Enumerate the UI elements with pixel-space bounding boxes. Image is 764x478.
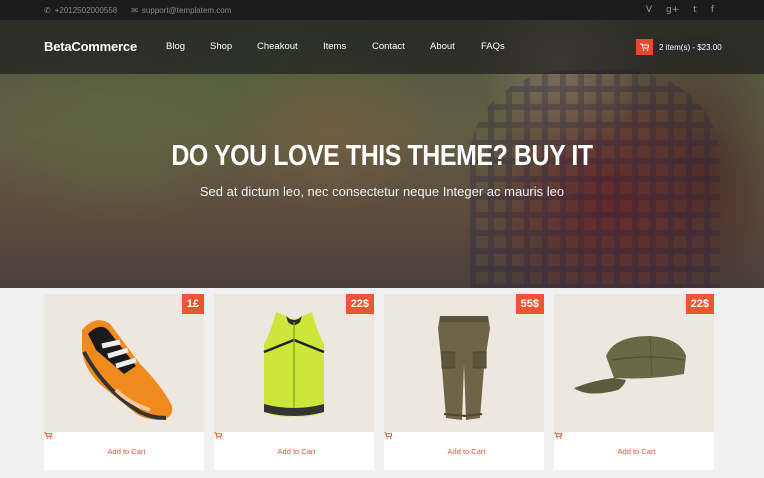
product-image-cap[interactable]: [554, 294, 714, 432]
cycling-shoe-image: [82, 320, 173, 420]
cargo-pants-image: [438, 316, 490, 420]
cart-summary: 2 item(s) - $23.00: [659, 42, 722, 52]
add-to-cart-button[interactable]: Add to Cart: [44, 432, 204, 470]
shopping-cart-icon: [636, 39, 653, 55]
add-to-cart-label: Add to Cart: [447, 446, 486, 456]
hero-title: DO YOU LOVE THIS THEME? BUY IT: [171, 140, 593, 172]
hero-background-image: [470, 70, 720, 288]
twitter-icon[interactable]: t: [693, 5, 697, 15]
product-card: 55$ Add to Cart: [384, 294, 544, 470]
price-badge: 22$: [685, 294, 714, 314]
add-to-cart-button[interactable]: Add to Cart: [554, 432, 714, 470]
hero-subtitle: Sed at dictum leo, nec consectetur neque…: [199, 184, 565, 199]
product-card: 1£ Add to Cart: [44, 294, 204, 470]
facebook-icon[interactable]: f: [711, 5, 714, 15]
add-to-cart-label: Add to Cart: [277, 446, 316, 456]
product-card: 22$ Add to Cart: [214, 294, 374, 470]
main-navbar: BetaCommerce Blog Shop Cheakout Items Co…: [0, 20, 764, 74]
cycling-vest-image: [263, 312, 325, 417]
add-to-cart-label: Add to Cart: [617, 446, 656, 456]
product-image-shoe[interactable]: [44, 294, 204, 432]
nav-item-faqs[interactable]: FAQs: [481, 41, 505, 52]
nav-item-blog[interactable]: Blog: [166, 41, 185, 52]
nav-item-shop[interactable]: Shop: [210, 41, 232, 52]
google-plus-icon[interactable]: g+: [666, 5, 679, 15]
email-contact[interactable]: ✉ support@templatem.com: [131, 6, 231, 15]
nav-item-checkout[interactable]: Cheakout: [257, 41, 298, 52]
phone-number: +2012502000558: [54, 5, 118, 15]
vine-icon[interactable]: V: [646, 5, 652, 15]
army-cap-image: [574, 335, 686, 394]
product-grid: 1£ Add to Cart 22$ Add to Cart 55$ Add t…: [44, 294, 714, 474]
envelope-icon: ✉: [131, 5, 138, 15]
add-to-cart-button[interactable]: Add to Cart: [214, 432, 374, 470]
social-links: V g+ t f: [646, 5, 714, 15]
nav-item-about[interactable]: About: [430, 41, 455, 52]
top-bar: ✆ +2012502000558 ✉ support@templatem.com…: [0, 0, 764, 20]
price-badge: 22$: [345, 294, 374, 314]
add-to-cart-button[interactable]: Add to Cart: [384, 432, 544, 470]
phone-icon: ✆: [44, 5, 51, 15]
nav-item-contact[interactable]: Contact: [372, 41, 405, 52]
product-card: 22$ Add to Cart: [554, 294, 714, 470]
phone-contact: ✆ +2012502000558: [44, 6, 117, 15]
nav-item-items[interactable]: Items: [323, 41, 346, 52]
brand-logo[interactable]: BetaCommerce: [44, 39, 137, 54]
product-image-vest[interactable]: [214, 294, 374, 432]
email-address[interactable]: support@templatem.com: [142, 6, 232, 15]
product-image-pants[interactable]: [384, 294, 544, 432]
price-badge: 55$: [515, 294, 544, 314]
price-badge: 1£: [181, 294, 204, 314]
add-to-cart-label: Add to Cart: [107, 446, 146, 456]
cart-button[interactable]: 2 item(s) - $23.00: [636, 39, 728, 55]
